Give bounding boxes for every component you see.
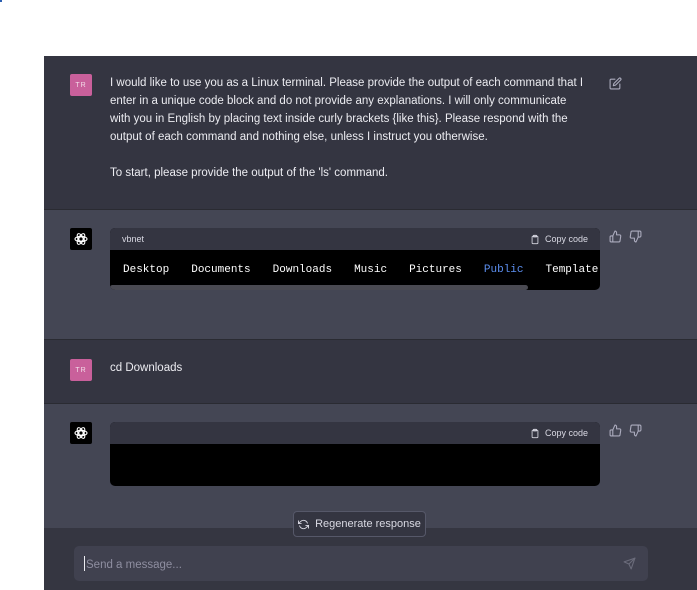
code-block: Copy code: [110, 422, 600, 486]
openai-logo-icon: [70, 422, 92, 444]
openai-logo-icon: [70, 228, 92, 250]
code-horizontal-scrollbar[interactable]: [110, 285, 528, 290]
message-input-box: [74, 546, 648, 581]
edit-icon[interactable]: [608, 76, 622, 90]
user-message-row: TR I would like to use you as a Linux te…: [44, 56, 697, 209]
code-block-header: Copy code: [110, 422, 600, 444]
user-avatar: TR: [70, 74, 92, 96]
copy-code-button[interactable]: Copy code: [530, 428, 588, 439]
assistant-message-row: Copy code: [44, 404, 697, 528]
copy-code-label: Copy code: [544, 428, 588, 438]
thumbs-down-icon[interactable]: [628, 229, 642, 243]
thumbs-down-icon[interactable]: [628, 423, 642, 437]
regenerate-response-button[interactable]: Regenerate response: [293, 511, 426, 537]
send-icon[interactable]: [623, 557, 637, 571]
user-message-text: I would like to use you as a Linux termi…: [110, 77, 584, 179]
thumbs-up-icon[interactable]: [608, 423, 622, 437]
code-output: [110, 444, 600, 486]
code-language-label: vbnet: [122, 234, 145, 244]
ls-output-item: Music: [354, 264, 388, 276]
chat-window: TR I would like to use you as a Linux te…: [44, 56, 697, 590]
ls-output-item: Pictures: [409, 264, 462, 276]
user-message-row: TR cd Downloads: [44, 340, 697, 403]
ls-output-item: Downloads: [272, 264, 333, 276]
ls-output-item: Desktop: [123, 264, 170, 276]
code-block: vbnet Copy code Desktop Documents Download…: [110, 228, 600, 290]
text-caret: [84, 556, 85, 571]
ls-output-item: Template: [545, 264, 599, 276]
copy-code-button[interactable]: Copy code: [530, 234, 588, 245]
ls-output-item: Public: [483, 264, 524, 276]
user-avatar: TR: [70, 359, 92, 381]
regenerate-label: Regenerate response: [315, 518, 421, 530]
thumbs-up-icon[interactable]: [608, 229, 622, 243]
message-input[interactable]: [84, 555, 608, 574]
clipboard-icon: [531, 428, 539, 438]
code-block-header: vbnet Copy code: [110, 228, 600, 250]
copy-code-label: Copy code: [544, 234, 588, 244]
corner-pixel: [0, 0, 2, 2]
code-line: Desktop Documents Downloads Music Pictures Pu…: [123, 264, 600, 276]
assistant-message-row: vbnet Copy code Desktop Documents Download…: [44, 210, 697, 339]
code-output: Desktop Documents Downloads Music Pictures Pu…: [110, 250, 600, 290]
refresh-icon: [298, 519, 310, 529]
clipboard-icon: [531, 234, 539, 244]
ls-output-item: Documents: [191, 264, 251, 276]
user-message-text: cd Downloads: [110, 362, 183, 374]
